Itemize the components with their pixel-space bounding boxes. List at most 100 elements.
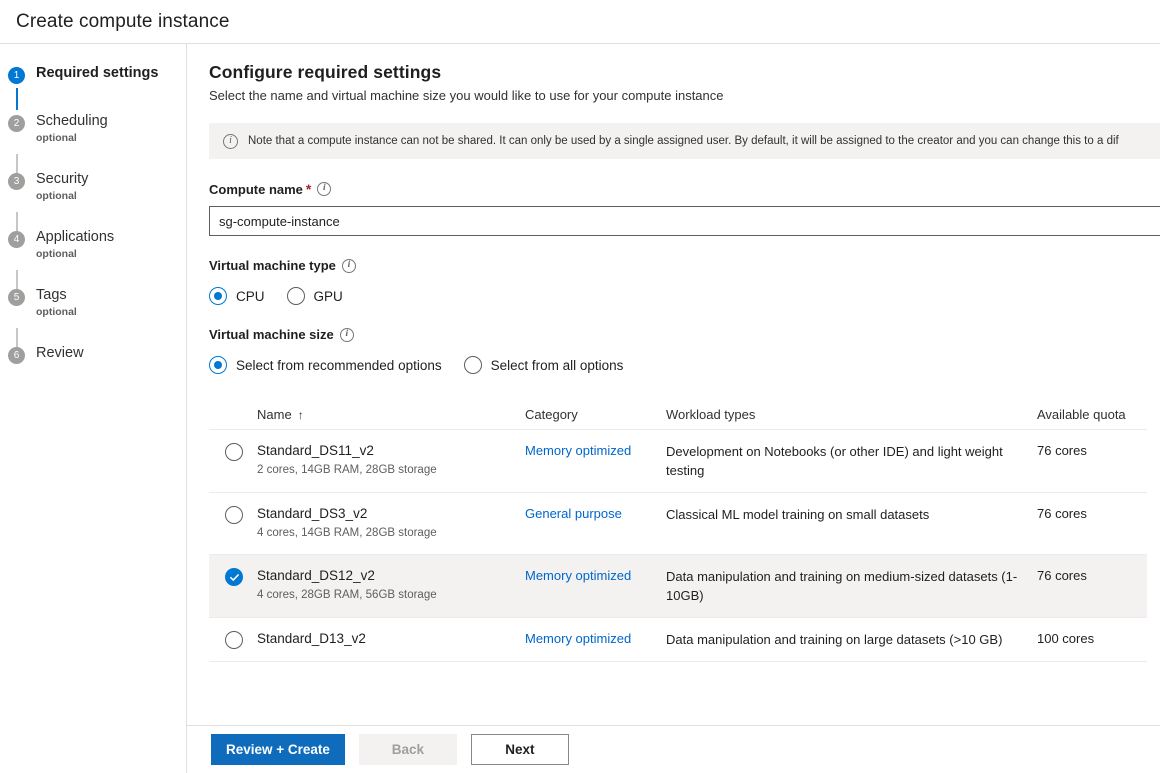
row-workload: Classical ML model training on small dat… bbox=[666, 505, 1023, 524]
vm-size-field-group: Virtual machine size i Select from recom… bbox=[209, 327, 1160, 374]
row-category-link[interactable]: Memory optimized bbox=[525, 443, 631, 458]
step-connector-1 bbox=[16, 88, 18, 110]
radio-circle-selected bbox=[209, 287, 227, 305]
row-select-cell[interactable] bbox=[209, 630, 257, 649]
sidebar-item-review[interactable]: 6 Review bbox=[0, 344, 186, 364]
vm-type-label-row: Virtual machine type i bbox=[209, 258, 1160, 273]
step-badge-2: 2 bbox=[8, 115, 25, 132]
vm-type-label: Virtual machine type bbox=[209, 258, 336, 273]
row-name-cell: Standard_DS3_v2 4 cores, 14GB RAM, 28GB … bbox=[257, 505, 525, 541]
sort-ascending-icon: ↑ bbox=[298, 408, 304, 422]
info-icon[interactable]: i bbox=[340, 328, 354, 342]
row-radio-checked bbox=[225, 568, 243, 586]
table-header-quota[interactable]: Available quota bbox=[1037, 407, 1147, 422]
row-workload-cell: Data manipulation and training on large … bbox=[666, 630, 1037, 649]
row-name: Standard_DS11_v2 bbox=[257, 442, 525, 459]
table-header-name-label: Name bbox=[257, 407, 292, 422]
row-radio bbox=[225, 631, 243, 649]
compute-name-field-group: Compute name * i sg-compute-instance bbox=[209, 181, 1160, 236]
vm-type-option-gpu[interactable]: GPU bbox=[287, 287, 343, 305]
step-badge-6: 6 bbox=[8, 347, 25, 364]
vm-size-option-all[interactable]: Select from all options bbox=[464, 356, 624, 374]
row-quota: 76 cores bbox=[1037, 505, 1147, 522]
row-specs: 4 cores, 28GB RAM, 56GB storage bbox=[257, 588, 525, 603]
row-specs: 2 cores, 14GB RAM, 28GB storage bbox=[257, 463, 525, 478]
vm-type-radio-group: CPU GPU bbox=[209, 287, 1160, 305]
sidebar-item-security[interactable]: 3 Security optional bbox=[0, 170, 186, 202]
sidebar-item-optional: optional bbox=[36, 306, 77, 318]
sidebar-item-label: Required settings bbox=[36, 64, 158, 83]
row-category-link[interactable]: Memory optimized bbox=[525, 568, 631, 583]
row-category-link[interactable]: General purpose bbox=[525, 506, 622, 521]
vm-size-option-recommended[interactable]: Select from recommended options bbox=[209, 356, 442, 374]
row-category-cell: Memory optimized bbox=[525, 442, 666, 460]
step-badge-4: 4 bbox=[8, 231, 25, 248]
row-name: Standard_D13_v2 bbox=[257, 630, 525, 647]
table-header-workload[interactable]: Workload types bbox=[666, 407, 1037, 422]
radio-circle bbox=[464, 356, 482, 374]
info-icon[interactable]: i bbox=[342, 259, 356, 273]
row-name-cell: Standard_DS11_v2 2 cores, 14GB RAM, 28GB… bbox=[257, 442, 525, 478]
vm-size-option-label: Select from all options bbox=[491, 358, 624, 373]
wizard-sidebar: 1 Required settings 2 Scheduling optiona… bbox=[0, 44, 187, 773]
compute-name-value: sg-compute-instance bbox=[219, 214, 340, 229]
vm-type-field-group: Virtual machine type i CPU GPU bbox=[209, 258, 1160, 305]
info-icon[interactable]: i bbox=[317, 182, 331, 196]
compute-name-input[interactable]: sg-compute-instance bbox=[209, 206, 1160, 236]
review-create-button[interactable]: Review + Create bbox=[211, 734, 345, 765]
required-asterisk: * bbox=[306, 181, 311, 197]
create-compute-instance-page: Create compute instance 1 Required setti… bbox=[0, 0, 1160, 773]
row-category-cell: Memory optimized bbox=[525, 630, 666, 648]
table-header-select bbox=[209, 414, 257, 415]
sidebar-item-label: Scheduling bbox=[36, 112, 108, 131]
table-header-row: Name ↑ Category Workload types Available … bbox=[209, 400, 1147, 430]
section-subheading: Select the name and virtual machine size… bbox=[209, 88, 1160, 103]
vm-type-option-cpu[interactable]: CPU bbox=[209, 287, 265, 305]
row-radio bbox=[225, 506, 243, 524]
row-category-link[interactable]: Memory optimized bbox=[525, 631, 631, 646]
table-row[interactable]: Standard_DS11_v2 2 cores, 14GB RAM, 28GB… bbox=[209, 430, 1147, 493]
vm-type-option-label: CPU bbox=[236, 289, 265, 304]
sidebar-item-required-settings[interactable]: 1 Required settings bbox=[0, 64, 186, 84]
row-workload: Data manipulation and training on medium… bbox=[666, 567, 1023, 605]
table-row[interactable]: Standard_D13_v2 Memory optimized Data ma… bbox=[209, 618, 1147, 662]
page-body: 1 Required settings 2 Scheduling optiona… bbox=[0, 44, 1160, 773]
sidebar-item-tags[interactable]: 5 Tags optional bbox=[0, 286, 186, 318]
row-select-cell[interactable] bbox=[209, 567, 257, 586]
row-name-cell: Standard_D13_v2 bbox=[257, 630, 525, 647]
table-row-selected[interactable]: Standard_DS12_v2 4 cores, 28GB RAM, 56GB… bbox=[209, 555, 1147, 618]
compute-name-label: Compute name bbox=[209, 182, 303, 197]
sidebar-item-scheduling[interactable]: 2 Scheduling optional bbox=[0, 112, 186, 144]
step-badge-3: 3 bbox=[8, 173, 25, 190]
table-header-category[interactable]: Category bbox=[525, 407, 666, 422]
sidebar-item-applications[interactable]: 4 Applications optional bbox=[0, 228, 186, 260]
row-workload-cell: Development on Notebooks (or other IDE) … bbox=[666, 442, 1037, 480]
compute-name-label-row: Compute name * i bbox=[209, 181, 1160, 197]
row-select-cell[interactable] bbox=[209, 505, 257, 524]
window-titlebar: Create compute instance bbox=[0, 0, 1160, 44]
row-quota-cell: 76 cores bbox=[1037, 567, 1147, 584]
row-name: Standard_DS12_v2 bbox=[257, 567, 525, 584]
sidebar-item-optional: optional bbox=[36, 248, 114, 260]
vm-size-radio-group: Select from recommended options Select f… bbox=[209, 356, 1160, 374]
sidebar-item-optional: optional bbox=[36, 132, 108, 144]
table-header-name[interactable]: Name ↑ bbox=[257, 407, 525, 422]
row-select-cell[interactable] bbox=[209, 442, 257, 461]
sidebar-item-label: Applications bbox=[36, 228, 114, 247]
row-workload: Data manipulation and training on large … bbox=[666, 630, 1023, 649]
row-quota: 100 cores bbox=[1037, 630, 1147, 647]
row-quota-cell: 76 cores bbox=[1037, 505, 1147, 522]
vm-size-label-row: Virtual machine size i bbox=[209, 327, 1160, 342]
row-quota: 76 cores bbox=[1037, 442, 1147, 459]
next-button[interactable]: Next bbox=[471, 734, 569, 765]
step-badge-1: 1 bbox=[8, 67, 25, 84]
vm-size-table: Name ↑ Category Workload types Available … bbox=[209, 400, 1147, 662]
sidebar-item-label: Security bbox=[36, 170, 88, 189]
sidebar-item-label: Review bbox=[36, 344, 84, 363]
row-workload-cell: Classical ML model training on small dat… bbox=[666, 505, 1037, 524]
table-row[interactable]: Standard_DS3_v2 4 cores, 14GB RAM, 28GB … bbox=[209, 493, 1147, 555]
radio-circle-selected bbox=[209, 356, 227, 374]
row-quota-cell: 76 cores bbox=[1037, 442, 1147, 459]
info-banner-text: Note that a compute instance can not be … bbox=[248, 135, 1119, 147]
step-badge-5: 5 bbox=[8, 289, 25, 306]
